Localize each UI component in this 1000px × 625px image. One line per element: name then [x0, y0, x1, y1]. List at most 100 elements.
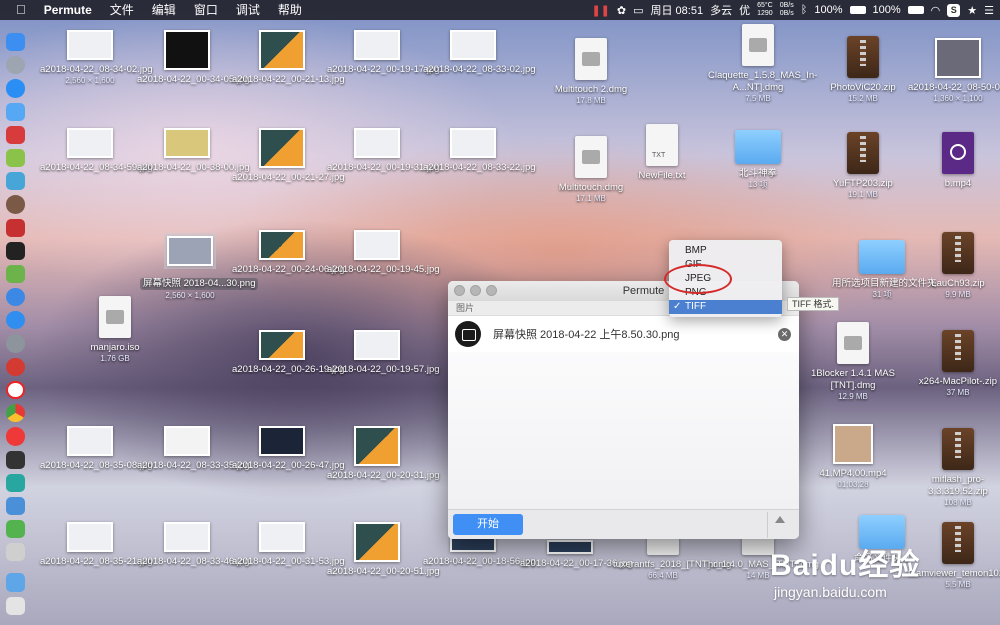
app-multi-dock-icon[interactable]: [5, 496, 25, 516]
vivaldi-dock-icon[interactable]: [5, 427, 25, 446]
pause-icon[interactable]: ❚❚: [591, 4, 609, 17]
file-name: a2018-04-22_00-19-57.jpg: [327, 364, 440, 375]
desktop-file[interactable]: a2018-04-22_08-34-02.jpg 2,560 × 1,600: [40, 30, 153, 86]
desktop-file[interactable]: a2018-04-22_00-21-27.jpg: [232, 128, 345, 184]
bluetooth-icon[interactable]: ᛒ: [801, 4, 808, 16]
desktop-file[interactable]: 1Blocker 1.4.1 MAS [TNT].dmg 12.9 MB: [803, 322, 903, 402]
minimize-window-button[interactable]: [470, 285, 481, 296]
desktop-file[interactable]: LauCh93.zip 9.9 MB: [908, 232, 1000, 300]
desktop-file[interactable]: PhotoViC20.zip 15.2 MB: [813, 36, 913, 104]
desktop-file[interactable]: a2018-04-22_00-26-19.jpg: [232, 330, 345, 376]
drop-area[interactable]: [448, 352, 799, 519]
mail-dock-icon[interactable]: [5, 102, 25, 121]
desktop-file[interactable]: a2018-04-22_08-33-02.jpg: [423, 30, 536, 76]
terminal-dock-icon[interactable]: [5, 241, 25, 260]
desktop-file[interactable]: Multitouch 2.dmg 17.8 MB: [541, 38, 641, 106]
android-dock-icon[interactable]: [5, 148, 25, 168]
desktop-file[interactable]: a2018-04-22_08-33-35.jpg: [137, 426, 250, 472]
desktop-file[interactable]: manjaro.iso 1.76 GB: [65, 296, 165, 364]
desktop-file[interactable]: a2018-04-22_00-21-13.jpg: [232, 30, 345, 86]
desktop-file[interactable]: tuxerantfs_2018_[TNT].dmg 66.4 MB: [613, 535, 731, 581]
desktop-file[interactable]: a2018-04-22_08-35-21.jpg: [40, 522, 153, 568]
desktop-file[interactable]: TXT NewFile.txt: [612, 124, 712, 182]
desktop-file[interactable]: a2018-04-22_00-34-05.jpg: [137, 30, 250, 86]
desktop-file[interactable]: a2018-04-22_08-35-08.jpg: [40, 426, 153, 472]
desktop-file[interactable]: miflash_pro-3.3.319.52.zip 108 MB: [908, 428, 1000, 508]
battery-percent-1[interactable]: 100%: [814, 4, 842, 16]
desktop-file[interactable]: a2018-04-22_00-26-47.jpg: [232, 426, 345, 472]
star-icon[interactable]: ★: [967, 4, 977, 17]
app-s-icon[interactable]: S: [947, 3, 961, 17]
file-info: 1.76 GB: [100, 354, 130, 363]
battery-percent-2[interactable]: 100%: [873, 4, 901, 16]
zoom-window-button[interactable]: [486, 285, 497, 296]
desktop-file[interactable]: b.mp4: [908, 132, 1000, 190]
desktop-file[interactable]: 41.MP4.00.mp4 01:03:28: [803, 424, 903, 490]
menu-window[interactable]: 窗口: [185, 0, 227, 20]
desktop-file[interactable]: a2018-04-22_00-38-00.jpg: [137, 128, 250, 174]
desktop-file[interactable]: a2018-04-22_08-33-22.jpg: [423, 128, 536, 174]
desktop-file[interactable]: a2018-04-22_00-19-17.jpg: [327, 30, 440, 76]
desktop-file[interactable]: a2018-04-22_00-20-31.jpg: [327, 426, 440, 482]
settings-dock-icon[interactable]: [5, 334, 25, 353]
menu-help[interactable]: 帮助: [269, 0, 311, 20]
console-dock-icon[interactable]: [5, 450, 25, 469]
app-menu[interactable]: Permute: [35, 0, 101, 20]
menu-edit[interactable]: 编辑: [143, 0, 185, 20]
desktop-file-selected[interactable]: 屏幕快照 2018-04...30.png 2,560 × 1,600: [140, 233, 259, 301]
chrome-dock-icon[interactable]: [5, 404, 25, 423]
battery-icon-2[interactable]: [907, 6, 924, 14]
app-red2-dock-icon[interactable]: [5, 218, 25, 237]
desktop-file[interactable]: a2018-04-22_08-50-03.png 1,360 × 1,100: [908, 38, 1000, 104]
yandex-dock-icon[interactable]: [5, 380, 25, 400]
apple-menu-icon[interactable]: : [0, 0, 35, 20]
format-chevron-up-icon[interactable]: [775, 516, 785, 523]
battery-icon[interactable]: [849, 6, 866, 14]
app-teal-dock-icon[interactable]: [5, 473, 25, 492]
start-button[interactable]: 开始: [453, 514, 523, 535]
desktop-file[interactable]: a2018-04-22_08-34-59.jpg: [40, 128, 153, 174]
desktop-file[interactable]: a2018-04-22_00-19-31.jpg: [327, 128, 440, 174]
close-window-button[interactable]: [454, 285, 465, 296]
menu-file[interactable]: 文件: [101, 0, 143, 20]
display-icon[interactable]: ▭: [633, 4, 643, 17]
desktop-file[interactable]: a2018-04-22_00-31-53.jpg: [232, 522, 345, 568]
netease-music-dock-icon[interactable]: [5, 357, 25, 376]
file-row[interactable]: 屏幕快照 2018-04-22 上午8.50.30.png ✕: [448, 316, 799, 352]
wifi-icon[interactable]: ◠: [931, 4, 941, 17]
desktop-file[interactable]: a2018-04-22_00-24-06.jpg: [232, 230, 345, 276]
app-brown-dock-icon[interactable]: [5, 195, 25, 214]
network-monitor[interactable]: 0B/s 0B/s: [780, 2, 794, 18]
desktop-file[interactable]: YuFTP203.zip 19.1 MB: [813, 132, 913, 200]
desktop-file[interactable]: a2018-04-22_00-17-36.jpg: [520, 540, 633, 570]
app-green-dock-icon[interactable]: [5, 264, 25, 284]
list-icon[interactable]: ☰: [984, 4, 994, 17]
migration-dock-icon[interactable]: [5, 172, 25, 191]
desktop-file[interactable]: Claquette_1.5.8_MAS_In-A...NT].dmg 7.5 M…: [708, 24, 817, 104]
finder-dock-icon[interactable]: [5, 33, 25, 52]
app-blue-dock-icon[interactable]: [5, 288, 25, 307]
downloads-dock-icon[interactable]: [5, 573, 25, 592]
launchpad-dock-icon[interactable]: [5, 56, 25, 75]
temp-monitor[interactable]: 65°C 1290: [757, 2, 773, 18]
trash-dock-icon[interactable]: [5, 596, 25, 615]
menu-debug[interactable]: 调试: [227, 0, 269, 20]
wechat-icon[interactable]: ✿: [617, 4, 626, 17]
appstore-dock-icon[interactable]: [5, 311, 25, 330]
desktop-file[interactable]: x264-MacPilot-.zip 37 MB: [908, 330, 1000, 398]
desktop-folder[interactable]: 北斗神拳 13 项: [708, 130, 808, 190]
app-red-dock-icon[interactable]: [5, 125, 25, 144]
remove-file-icon[interactable]: ✕: [778, 328, 791, 341]
desktop-file[interactable]: a2018-04-22_00-20-51.jpg: [327, 522, 440, 578]
format-option-bmp[interactable]: BMP: [669, 244, 782, 258]
wechat-dock-icon[interactable]: [5, 520, 25, 539]
air-quality[interactable]: 优: [739, 2, 750, 18]
desktop-file[interactable]: a2018-04-22_00-19-57.jpg: [327, 330, 440, 376]
desktop-file[interactable]: a2018-04-22_08-33-46.jpg: [137, 522, 250, 568]
format-option-tiff[interactable]: ✓ TIFF: [669, 300, 782, 314]
clock[interactable]: 周日 08:51: [651, 2, 704, 18]
app-gray-dock-icon[interactable]: [5, 543, 25, 562]
safari-dock-icon[interactable]: [5, 79, 25, 98]
weather[interactable]: 多云: [710, 2, 732, 18]
desktop-file[interactable]: a2018-04-22_00-19-45.jpg: [327, 230, 440, 276]
